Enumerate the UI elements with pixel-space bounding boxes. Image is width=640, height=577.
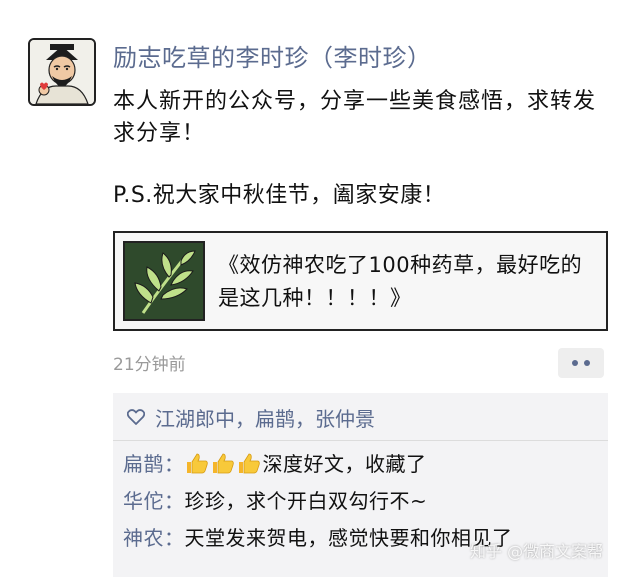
herb-leaf-icon [125, 243, 203, 319]
comment-separator: ： [164, 526, 185, 550]
post-body-text: 本人新开的公众号，分享一些美食感悟，求转发求分享！ [113, 89, 597, 146]
avatar[interactable] [28, 38, 96, 106]
comment-text: 天堂发来贺电，感觉快要和你相见了 [184, 526, 513, 550]
comment-separator: ： [164, 489, 185, 513]
comment-text: 珍珍，求个开白双勾行不~ [184, 489, 428, 513]
comment-item[interactable]: 神农：天堂发来贺电，感觉快要和你相见了 [123, 523, 513, 553]
shared-link-title[interactable]: 《效仿神农吃了100种药草，最好吃的是这几种！！！！》 [218, 249, 598, 315]
thumbs-up-emoji [212, 453, 234, 474]
comment-item[interactable]: 华佗：珍珍，求个开白双勾行不~ [123, 486, 427, 516]
more-dot [584, 360, 590, 366]
likes-row: 江湖郎中，扁鹊，张仲景 [127, 401, 375, 433]
more-actions-button[interactable] [558, 348, 604, 378]
heart-outline-icon [127, 409, 145, 425]
comment-text: 深度好文，收藏了 [262, 452, 427, 476]
thumbs-up-emoji [186, 453, 208, 474]
watermark: 知乎 @微商文案帮 [470, 542, 604, 561]
comment-author[interactable]: 神农 [123, 526, 164, 550]
comment-author[interactable]: 扁鹊 [123, 452, 164, 476]
thumbs-up-emoji [238, 453, 260, 474]
comment-separator: ： [164, 452, 185, 476]
more-dot [572, 360, 578, 366]
comment-author[interactable]: 华佗 [123, 489, 164, 513]
herb-thumbnail [123, 241, 205, 321]
likes-divider [113, 440, 608, 441]
author-name[interactable]: 励志吃草的李时珍（李时珍） [113, 38, 432, 73]
scholar-avatar-icon [30, 40, 94, 104]
post-timestamp: 21分钟前 [113, 355, 186, 375]
likes-names[interactable]: 江湖郎中，扁鹊，张仲景 [155, 403, 375, 432]
comment-item[interactable]: 扁鹊： 深度好文，收藏了 [123, 449, 427, 479]
shared-link-card[interactable]: 《效仿神农吃了100种药草，最好吃的是这几种！！！！》 [113, 231, 608, 331]
post-ps-text: P.S.祝大家中秋佳节，阖家安康！ [113, 183, 446, 208]
